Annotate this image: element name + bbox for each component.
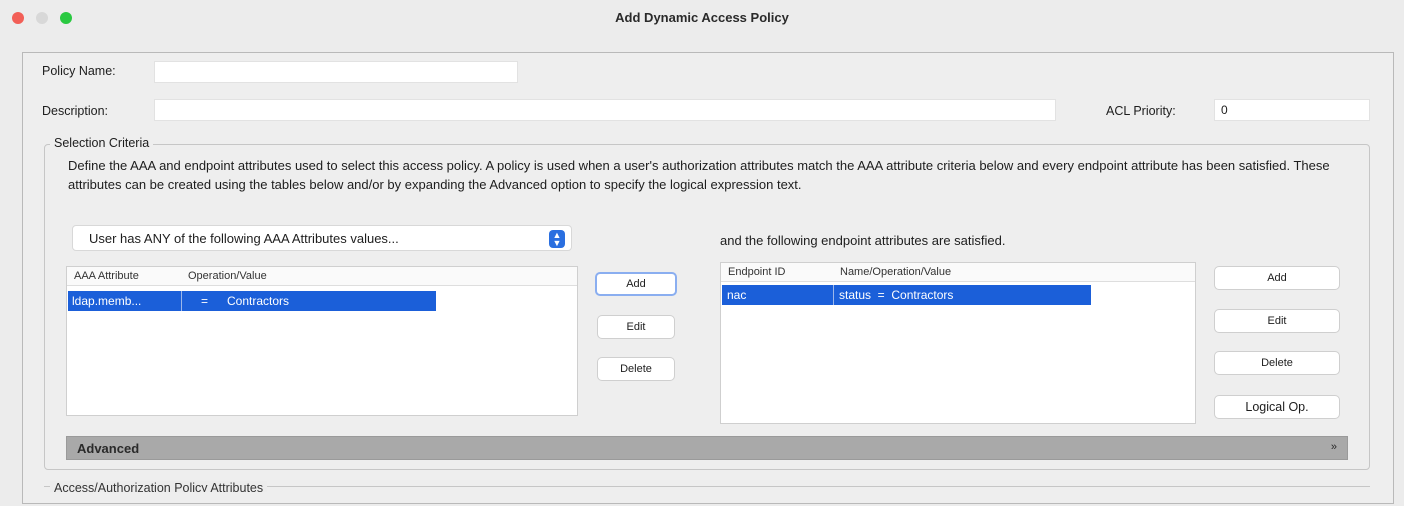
column-separator bbox=[181, 291, 182, 311]
value-cell: Contractors bbox=[227, 294, 290, 308]
name-operation-value-cell: status = Contractors bbox=[839, 288, 954, 302]
column-header-operation-value[interactable]: Operation/Value bbox=[188, 270, 267, 282]
selection-criteria-description: Define the AAA and endpoint attributes u… bbox=[68, 158, 1330, 192]
operation-cell: = bbox=[201, 294, 209, 308]
column-header-name-operation-value[interactable]: Name/Operation/Value bbox=[840, 266, 951, 278]
endpoint-delete-button[interactable]: Delete bbox=[1214, 351, 1340, 375]
aaa-edit-button[interactable]: Edit bbox=[597, 315, 675, 339]
aaa-match-select-value: User has ANY of the following AAA Attrib… bbox=[89, 231, 399, 246]
description-label: Description: bbox=[42, 104, 108, 118]
endpoint-edit-button[interactable]: Edit bbox=[1214, 309, 1340, 333]
endpoint-add-button[interactable]: Add bbox=[1214, 266, 1340, 290]
endpoint-attributes-table[interactable]: Endpoint ID Name/Operation/Value nac sta… bbox=[720, 262, 1196, 424]
authorization-policy-title: Access/Authorization Policy Attributes bbox=[50, 481, 268, 492]
expand-chevron-icon: » bbox=[1330, 441, 1337, 453]
column-separator bbox=[833, 285, 834, 305]
aaa-attributes-table[interactable]: AAA Attribute Operation/Value ldap.memb.… bbox=[66, 266, 578, 416]
advanced-label: Advanced bbox=[77, 441, 140, 456]
table-header: Endpoint ID Name/Operation/Value bbox=[721, 263, 1195, 282]
acl-priority-label: ACL Priority: bbox=[1106, 104, 1176, 118]
policy-name-label: Policy Name: bbox=[42, 64, 116, 78]
aaa-add-button[interactable]: Add bbox=[595, 272, 677, 296]
aaa-attribute-cell: ldap.memb... bbox=[72, 294, 142, 308]
policy-name-input[interactable] bbox=[154, 61, 518, 83]
table-header: AAA Attribute Operation/Value bbox=[67, 267, 577, 286]
logical-op-button[interactable]: Logical Op. bbox=[1214, 395, 1340, 419]
updown-arrows-icon: ▲ ▼ bbox=[549, 230, 565, 248]
table-row[interactable]: ldap.memb... = Contractors bbox=[68, 291, 436, 311]
endpoint-heading: and the following endpoint attributes ar… bbox=[720, 233, 1006, 248]
endpoint-id-cell: nac bbox=[727, 288, 747, 302]
acl-priority-input[interactable]: 0 bbox=[1214, 99, 1370, 121]
aaa-match-select[interactable]: User has ANY of the following AAA Attrib… bbox=[72, 225, 572, 251]
aaa-delete-button[interactable]: Delete bbox=[597, 357, 675, 381]
window-title: Add Dynamic Access Policy bbox=[615, 10, 789, 25]
table-row[interactable]: nac status = Contractors bbox=[722, 285, 1091, 305]
selection-criteria-title: Selection Criteria bbox=[50, 136, 154, 150]
advanced-section-toggle[interactable]: Advanced » bbox=[66, 436, 1348, 460]
column-header-aaa-attribute[interactable]: AAA Attribute bbox=[74, 270, 139, 282]
title-bar: Add Dynamic Access Policy bbox=[0, 0, 1404, 36]
column-header-endpoint-id[interactable]: Endpoint ID bbox=[728, 266, 785, 278]
description-input[interactable] bbox=[154, 99, 1056, 121]
